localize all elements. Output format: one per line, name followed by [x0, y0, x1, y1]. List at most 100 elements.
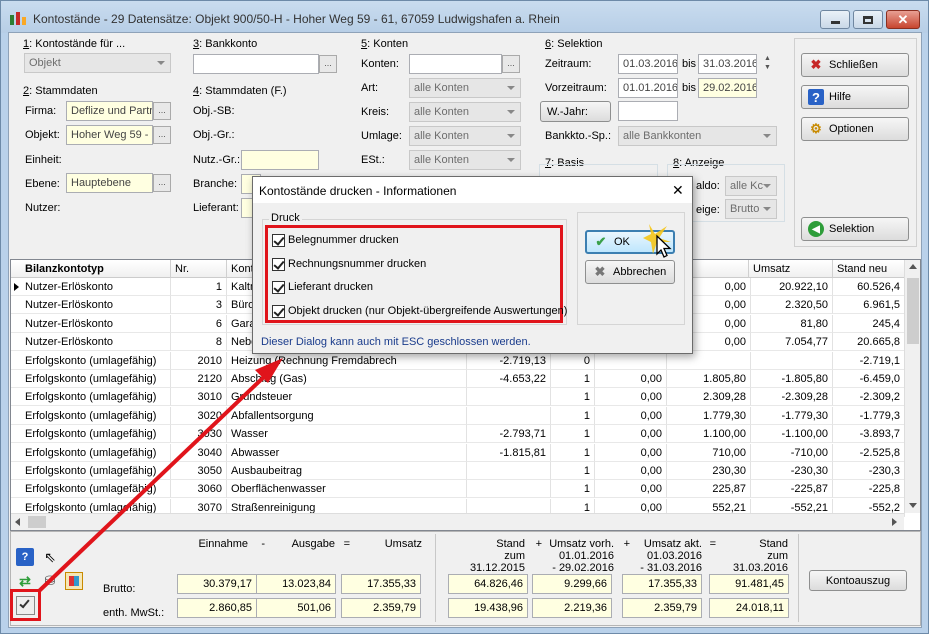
bankkonto-field[interactable] [193, 54, 319, 74]
checkbox-checked-icon[interactable] [272, 281, 285, 294]
bankkto-sp-select[interactable]: alle Bankkonten [618, 126, 777, 146]
obj-sb-label: Obj.-SB: [193, 105, 235, 117]
cell-cnt: 1 [551, 443, 595, 462]
cell-cnt: 1 [551, 425, 595, 444]
saldo-select[interactable]: alle Kc [725, 176, 777, 196]
est-select[interactable]: alle Konten [409, 150, 521, 170]
nutzer-label: Nutzer: [25, 202, 61, 214]
umlage-select[interactable]: alle Konten [409, 126, 521, 146]
cell-einnahme: -2.793,71 [467, 425, 551, 444]
kreis-select[interactable]: alle Konten [409, 102, 521, 122]
vertical-scrollbar[interactable] [904, 260, 920, 513]
table-row[interactable]: Erfolgskonto (umlagefähig) 3010 Grundsteue… [11, 388, 905, 407]
print-option-checkbox[interactable]: Lieferant drucken [272, 280, 562, 296]
pointer-tool-button[interactable]: ⇖ [41, 548, 59, 566]
print-option-checkbox[interactable]: Belegnummer drucken [272, 233, 562, 249]
scroll-right-icon[interactable] [892, 518, 897, 526]
main-window: Kontostände - 29 Datensätze: Objekt 900/… [0, 0, 929, 634]
firma-field[interactable]: Deflize und Partr [66, 101, 153, 121]
print-option-checkbox[interactable]: Objekt drucken (nur Objekt-übergreifende… [272, 304, 567, 320]
anzeige-select[interactable]: Brutto [725, 199, 777, 219]
cell-cnt: 0 [551, 351, 595, 370]
brutto-value: 9.299,66 [532, 574, 612, 594]
scroll-up-icon[interactable] [909, 264, 917, 269]
checkbox-checked-icon[interactable] [272, 257, 285, 271]
nutz-gr-field[interactable] [241, 150, 319, 170]
cell-umsatz: -710,00 [751, 443, 833, 462]
kontoauszug-button[interactable]: Kontoauszug [809, 570, 907, 591]
print-option-label: Objekt drucken (nur Objekt-übergreifende… [288, 304, 568, 317]
scroll-left-icon[interactable] [15, 518, 20, 526]
table-row[interactable]: Erfolgskonto (umlagefähig) 3040 Abwasser -1… [11, 443, 905, 462]
refresh-icon: ⇄ [19, 573, 31, 589]
table-row[interactable]: Erfolgskonto (umlagefähig) 2120 Abschlag (… [11, 370, 905, 388]
objekt-field[interactable]: Hoher Weg 59 - [66, 125, 153, 145]
database-tool-button[interactable]: ⛁ [41, 572, 59, 590]
cell-ausgabe: 710,00 [667, 443, 751, 462]
cell-cnt: 1 [551, 462, 595, 480]
table-row[interactable]: Erfolgskonto (umlagefähig) 3050 Ausbaubeit… [11, 462, 905, 480]
zeitraum-spinner[interactable]: ▲ ▼ [760, 54, 775, 74]
objekt-browse-button[interactable]: ... [153, 126, 171, 144]
vorzeitraum-to-field[interactable]: 29.02.2016 [698, 78, 757, 98]
bankkonto-browse-button[interactable]: ... [319, 55, 337, 73]
dialog-close-icon[interactable]: ✕ [672, 182, 684, 199]
scroll-thumb-h[interactable] [28, 516, 46, 528]
table-row[interactable]: Erfolgskonto (umlagefähig) 3030 Wasser -2.7… [11, 425, 905, 444]
cell-konto: Oberflächenwasser [227, 480, 467, 499]
checkbox-checked-icon[interactable] [272, 304, 285, 318]
cell-zero: 0,00 [595, 425, 667, 444]
w-jahr-field[interactable] [618, 101, 678, 121]
cell-stand: -2.525,8 [833, 443, 905, 462]
cell-typ: Erfolgskonto (umlagefähig) [11, 388, 171, 407]
zeitraum-bis-label: bis [682, 58, 697, 70]
hilfe-button[interactable]: ? Hilfe [801, 85, 909, 109]
layout-tool-button[interactable] [65, 572, 83, 590]
konten-field[interactable] [409, 54, 502, 74]
section-selektion-title: 6: Selektion [545, 38, 603, 50]
help-tool-button[interactable]: ? [16, 548, 34, 566]
column-header[interactable]: Bilanzkontotyp [11, 260, 171, 278]
konten-browse-button[interactable]: ... [502, 55, 520, 73]
vorzeitraum-from-field[interactable]: 01.01.2016 [618, 78, 678, 98]
umlage-label: Umlage: [361, 130, 402, 142]
horizontal-scrollbar[interactable] [11, 513, 904, 530]
art-select[interactable]: alle Konten [409, 78, 521, 98]
vorzeitraum-label: Vorzeitraum: [545, 82, 607, 94]
firma-browse-button[interactable]: ... [153, 102, 171, 120]
column-header[interactable]: Stand neu [833, 260, 905, 278]
zeitraum-to-field[interactable]: 31.03.2016 [698, 54, 757, 74]
einheit-label: Einheit: [25, 154, 62, 166]
header-einnahme: Einnahme [198, 538, 248, 550]
cell-zero: 0,00 [595, 370, 667, 388]
scroll-down-icon[interactable] [909, 503, 917, 508]
cell-zero [595, 351, 667, 370]
checkbox-checked-icon[interactable] [272, 234, 285, 247]
title-bar[interactable]: Kontostände - 29 Datensätze: Objekt 900/… [1, 1, 928, 33]
selektion-button[interactable]: ◀ Selektion [801, 217, 909, 241]
w-jahr-button[interactable]: W.-Jahr: [540, 101, 611, 122]
ebene-browse-button[interactable]: ... [153, 174, 171, 192]
maximize-button[interactable] [853, 10, 883, 29]
minimize-button[interactable] [820, 10, 850, 29]
section-bankkonto-title: 3: Bankkonto [193, 38, 258, 50]
cell-ausgabe: 1.779,30 [667, 406, 751, 425]
dialog-title-bar[interactable]: Kontostände drucken - Informationen ✕ [253, 177, 692, 203]
refresh-tool-button[interactable]: ⇄ [16, 572, 34, 590]
ebene-field[interactable]: Hauptebene [66, 173, 153, 193]
schliessen-button[interactable]: ✖ Schließen [801, 53, 909, 77]
print-option-checkbox[interactable]: Rechnungsnummer drucken [272, 257, 562, 273]
scroll-thumb[interactable] [907, 278, 919, 344]
mwst-value: 501,06 [256, 598, 336, 618]
table-row[interactable]: Erfolgskonto (umlagefähig) 3020 Abfallents… [11, 406, 905, 425]
table-row[interactable]: Erfolgskonto (umlagefähig) 3060 Oberfläche… [11, 480, 905, 499]
cursor-arrow-icon: ⇖ [44, 549, 56, 565]
kontostaende-fuer-select[interactable]: Objekt [24, 53, 171, 73]
zeitraum-from-field[interactable]: 01.03.2016 [618, 54, 678, 74]
mwst-value: 24.018,11 [709, 598, 789, 618]
optionen-button[interactable]: ⚙ Optionen [801, 117, 909, 141]
column-header[interactable]: Umsatz [749, 260, 833, 278]
column-header[interactable]: Nr. [171, 260, 227, 278]
close-window-button[interactable]: ✕ [886, 10, 920, 29]
table-row[interactable]: Erfolgskonto (umlagefähig) 2010 Heizung (R… [11, 351, 905, 370]
